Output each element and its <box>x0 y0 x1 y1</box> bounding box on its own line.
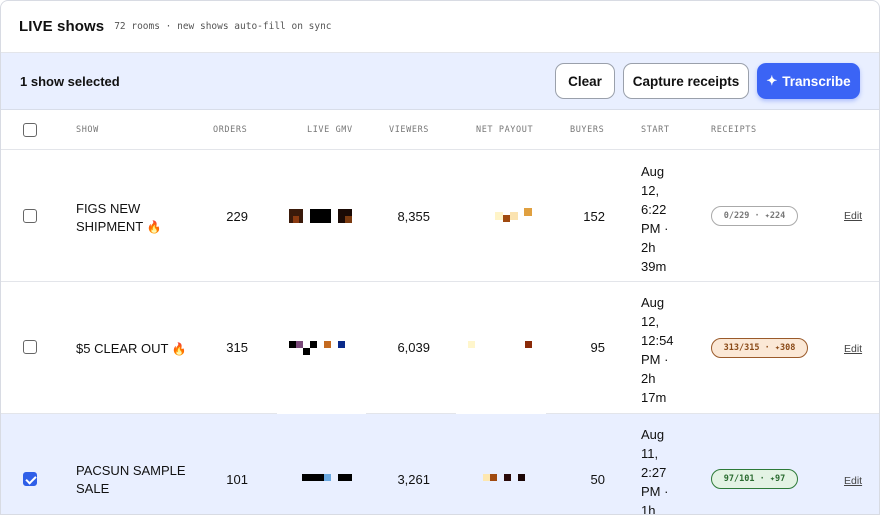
live-shows-panel: LIVE shows 72 rooms · new shows auto-fil… <box>0 0 880 515</box>
column-net-payout[interactable]: NET PAYOUT <box>476 125 533 135</box>
column-orders[interactable]: ORDERS <box>213 125 247 135</box>
transcribe-button[interactable]: ✦ Transcribe <box>757 63 860 99</box>
column-start[interactable]: START <box>641 125 670 135</box>
payout-redacted-mosaic <box>495 208 533 224</box>
orders-value: 101 <box>226 472 248 487</box>
table-row[interactable]: PACSUN SAMPLE SALE 101 3,261 50 Aug 11, 2:… <box>1 414 879 515</box>
edit-link[interactable]: Edit <box>844 475 862 487</box>
page-subtitle: 72 rooms · new shows auto-fill on sync <box>114 21 332 32</box>
show-name[interactable]: $5 CLEAR OUT 🔥 <box>76 340 196 358</box>
column-show[interactable]: SHOW <box>76 125 99 135</box>
column-buyers[interactable]: BUYERS <box>570 125 604 135</box>
payout-redacted-mosaic <box>468 341 534 351</box>
receipts-badge[interactable]: 97/101 · ✦97 <box>711 469 798 489</box>
sparkle-icon: ✦ <box>766 73 778 88</box>
edit-link[interactable]: Edit <box>844 210 862 222</box>
fire-icon: 🔥 <box>146 220 162 234</box>
receipts-badge[interactable]: 313/315 · ✦308 <box>711 338 808 358</box>
table-row[interactable]: $5 CLEAR OUT 🔥 315 6,039 95 Aug 12, 12:54 P… <box>1 282 879 414</box>
viewers-value: 8,355 <box>397 209 430 224</box>
edit-link[interactable]: Edit <box>844 343 862 355</box>
show-name[interactable]: PACSUN SAMPLE SALE <box>76 462 196 498</box>
clear-button[interactable]: Clear <box>555 63 615 99</box>
receipts-badge[interactable]: 0/229 · ✦224 <box>711 206 798 226</box>
column-live-gmv[interactable]: LIVE GMV <box>307 125 353 135</box>
row-checkbox[interactable] <box>23 209 37 223</box>
select-all-checkbox[interactable] <box>23 123 37 137</box>
orders-value: 315 <box>226 340 248 355</box>
start-time: Aug 11, 2:27 PM · 1h <box>641 427 669 515</box>
buyers-value: 50 <box>590 472 605 487</box>
selection-action-bar: 1 show selected Clear Capture receipts ✦… <box>1 53 879 110</box>
gmv-redacted-mosaic <box>302 474 352 482</box>
viewers-value: 6,039 <box>397 340 430 355</box>
panel-header: LIVE shows 72 rooms · new shows auto-fil… <box>1 1 879 53</box>
table-header: SHOW ORDERS LIVE GMV VIEWERS NET PAYOUT … <box>1 110 879 150</box>
gmv-redacted-mosaic <box>289 341 347 357</box>
table-row[interactable]: FIGS NEW SHIPMENT 🔥 229 8,355 152 Aug 12,… <box>1 150 879 282</box>
transcribe-label: Transcribe <box>782 73 851 89</box>
buyers-value: 152 <box>583 209 605 224</box>
capture-receipts-button[interactable]: Capture receipts <box>623 63 749 99</box>
selection-count: 1 show selected <box>20 73 120 89</box>
column-viewers[interactable]: VIEWERS <box>389 125 429 135</box>
start-time: Aug 12, 6:22 PM · 2h 39m <box>641 164 669 274</box>
start-time: Aug 12, 12:54 PM · 2h 17m <box>641 295 674 405</box>
show-name[interactable]: FIGS NEW SHIPMENT 🔥 <box>76 200 186 236</box>
buyers-value: 95 <box>590 340 605 355</box>
fire-icon: 🔥 <box>171 342 187 356</box>
payout-redacted-mosaic <box>483 474 527 482</box>
page-title: LIVE shows <box>19 18 105 35</box>
orders-value: 229 <box>226 209 248 224</box>
gmv-redacted-mosaic <box>289 209 353 223</box>
viewers-value: 3,261 <box>397 472 430 487</box>
column-receipts[interactable]: RECEIPTS <box>711 125 757 135</box>
row-checkbox[interactable] <box>23 340 37 354</box>
row-checkbox[interactable] <box>23 472 37 486</box>
